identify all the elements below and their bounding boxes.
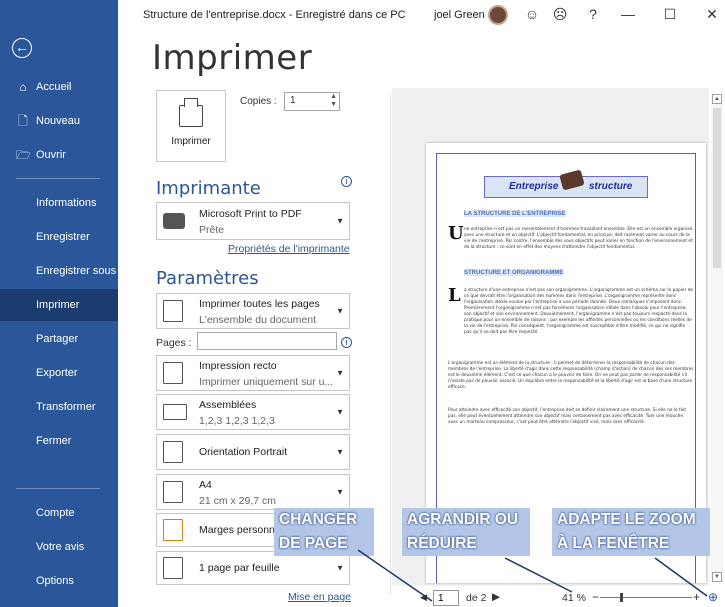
- fit-to-window-icon[interactable]: ⊕: [708, 590, 718, 604]
- current-page-input[interactable]: [433, 590, 459, 606]
- zoom-slider[interactable]: [600, 593, 692, 602]
- zoom-out-button[interactable]: −: [592, 590, 599, 604]
- zoom-slider-thumb[interactable]: [620, 593, 623, 602]
- previous-page-icon[interactable]: ◀: [420, 592, 427, 603]
- page-count: de 2: [466, 592, 487, 604]
- next-page-icon[interactable]: ▶: [492, 591, 500, 603]
- callout-arrows: [357, 549, 708, 602]
- zoom-in-button[interactable]: +: [693, 590, 700, 604]
- zoom-level[interactable]: 41 %: [562, 592, 586, 604]
